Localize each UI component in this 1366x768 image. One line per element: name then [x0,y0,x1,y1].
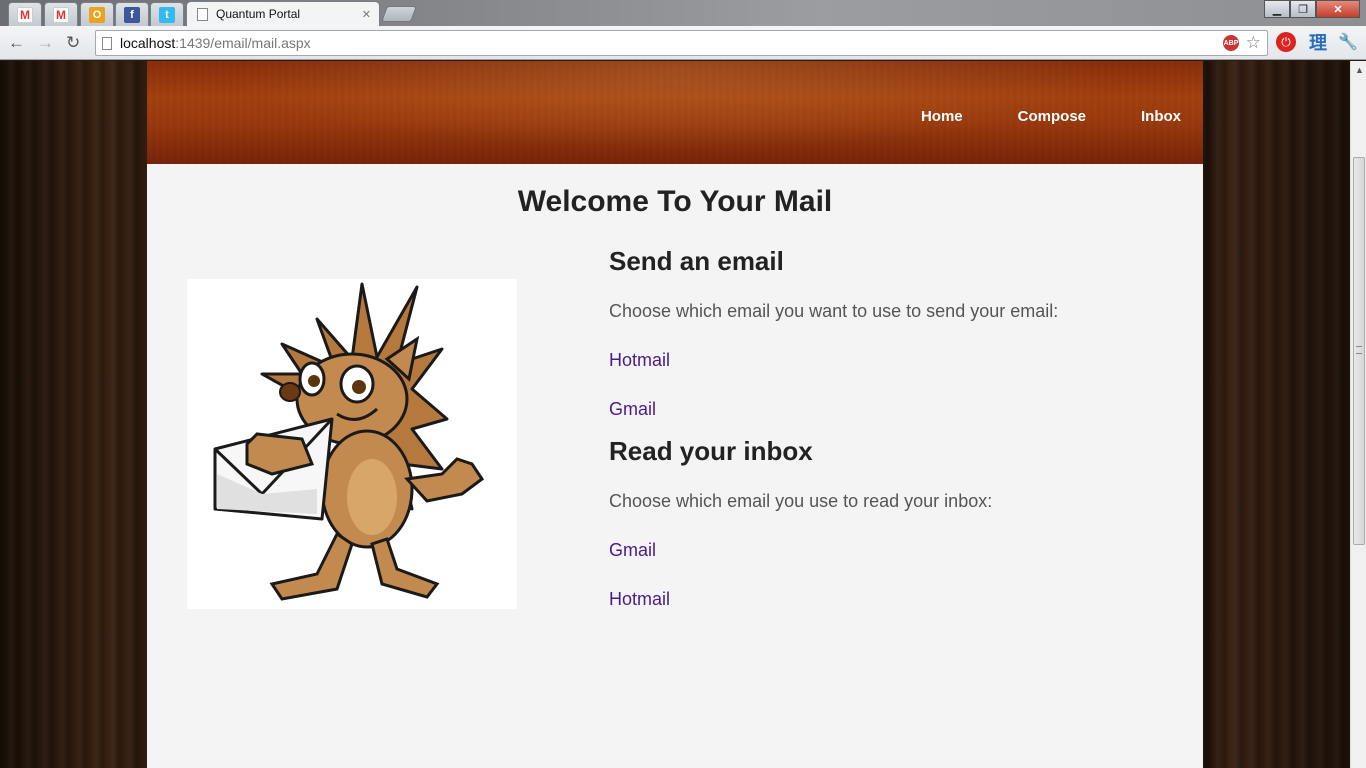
kanji-extension-icon[interactable]: 理 [1308,32,1328,53]
hedgehog-mascot-image [187,279,517,609]
gmail-tab-1[interactable]: M [8,2,42,26]
back-button[interactable]: ← [8,33,25,53]
close-tab-icon[interactable]: ✕ [362,8,371,21]
send-prompt: Choose which email you want to use to se… [609,301,1059,321]
scroll-up-arrow-icon[interactable]: ▲ [1355,65,1364,75]
forward-button[interactable]: → [37,33,54,53]
tab-title: Quantum Portal [216,7,301,21]
bookmark-star-icon[interactable]: ☆ [1246,33,1261,53]
read-prompt: Choose which email you use to read your … [609,491,993,511]
close-window-button[interactable]: ✕ [1316,0,1360,18]
read-gmail-link[interactable]: Gmail [609,540,1169,561]
browser-tabstrip: M M O f t Quantum Portal ✕ ▁ ❐ ✕ [0,0,1366,26]
gmail-icon: M [17,6,33,23]
read-heading: Read your inbox [609,436,813,466]
outlook-tab[interactable]: O [80,2,114,26]
facebook-icon: f [124,6,140,23]
nav-inbox[interactable]: Inbox [1141,108,1181,125]
send-heading: Send an email [609,246,784,276]
vertical-scrollbar[interactable]: ▲ [1350,61,1366,768]
page-viewport: Home Compose Inbox Welcome To Your Mail [0,61,1350,768]
read-hotmail-link[interactable]: Hotmail [609,589,1169,610]
address-bar[interactable]: localhost:1439/email/mail.aspx ABP ☆ [95,30,1268,56]
maximize-button[interactable]: ❐ [1290,0,1316,18]
outlook-icon: O [89,6,105,23]
twitter-icon: t [159,6,175,23]
url-path: :1439/email/mail.aspx [175,35,311,51]
send-gmail-link[interactable]: Gmail [609,399,1169,420]
page-icon [102,36,112,50]
gmail-icon: M [53,6,69,23]
gmail-tab-2[interactable]: M [44,2,78,26]
window-controls: ▁ ❐ ✕ [1264,0,1360,18]
new-tab-button[interactable] [381,6,417,22]
send-hotmail-link[interactable]: Hotmail [609,350,1169,371]
reload-button[interactable]: ↻ [66,33,80,53]
url-host: localhost [120,35,176,51]
browser-toolbar: ← → ↻ localhost:1439/email/mail.aspx ABP… [0,26,1366,60]
scroll-grip [1356,346,1362,354]
site-container: Home Compose Inbox Welcome To Your Mail [147,61,1203,768]
scroll-thumb[interactable] [1353,157,1365,545]
power-extension-icon[interactable]: ⏻ [1276,32,1296,52]
site-header: Home Compose Inbox [147,61,1203,164]
wrench-menu-icon[interactable]: 🔧 [1338,32,1358,52]
tab-quantum-portal[interactable]: Quantum Portal ✕ [186,1,380,26]
main-nav: Home Compose Inbox [921,108,1203,125]
page-title: Welcome To Your Mail [517,185,833,218]
mail-options: Send an email Choose which email you wan… [609,246,1169,638]
adblock-icon[interactable]: ABP [1223,35,1239,51]
nav-home[interactable]: Home [921,108,963,125]
nav-compose[interactable]: Compose [1018,108,1086,125]
page-icon [197,7,208,21]
twitter-tab[interactable]: t [150,2,184,26]
facebook-tab[interactable]: f [115,2,149,26]
minimize-button[interactable]: ▁ [1264,0,1290,18]
